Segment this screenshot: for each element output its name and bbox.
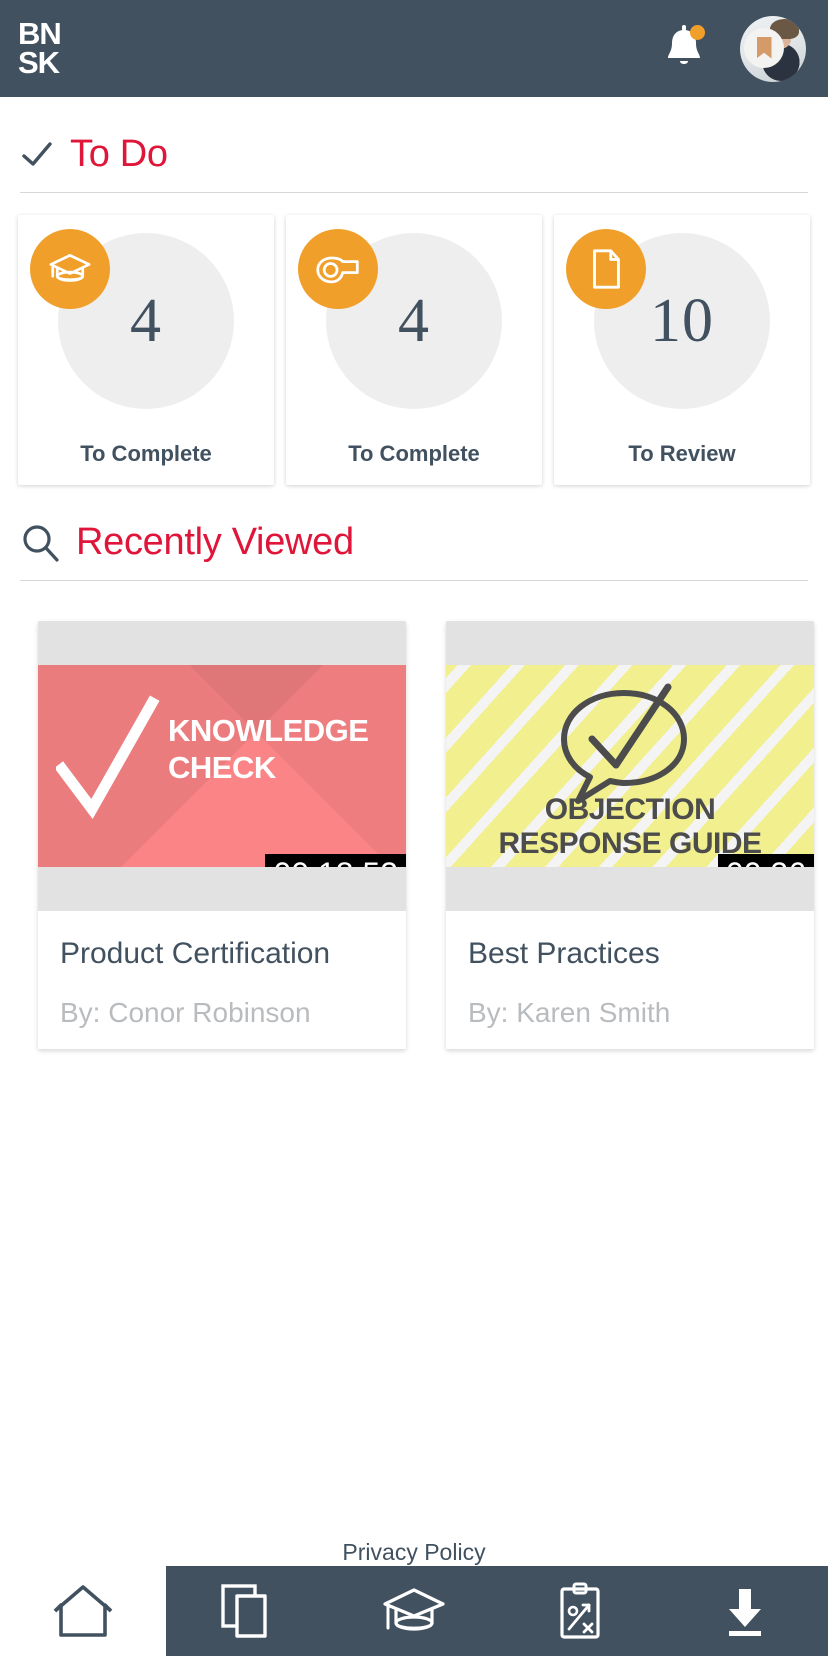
card-author: By: Conor Robinson xyxy=(60,997,311,1028)
speech-bubble-check-icon xyxy=(561,683,687,804)
thumb-bottom-bar xyxy=(38,867,406,911)
card-title: Best Practices xyxy=(468,937,660,970)
graduation-cap-icon xyxy=(383,1588,445,1631)
thumb-top-bar xyxy=(446,621,814,665)
logo-line-2: SK xyxy=(18,44,60,80)
thumb-caption-line-2: CHECK xyxy=(168,749,276,785)
recent-section-header: Recently Viewed xyxy=(20,521,808,581)
todo-title: To Do xyxy=(70,133,168,175)
avatar-badge xyxy=(744,27,784,68)
recent-title: Recently Viewed xyxy=(76,521,354,563)
document-icon xyxy=(566,229,646,309)
stat-label: To Complete xyxy=(80,441,212,466)
search-icon xyxy=(20,523,60,563)
todo-section-header: To Do xyxy=(20,133,808,193)
app-header: BN SK xyxy=(0,0,828,97)
duration-badge: 00:18:53 xyxy=(265,854,406,867)
objection-response-art: OBJECTION RESPONSE GUIDE 00:36 xyxy=(446,665,814,867)
todo-stat-cards: 4 To Complete 4 To Complete 10 To Review xyxy=(0,193,828,485)
thumb-top-bar xyxy=(38,621,406,665)
recent-card[interactable]: OBJECTION RESPONSE GUIDE 00:36 Best Prac… xyxy=(446,621,814,1049)
app-root: BN SK To Do 4 To Complete 4 To Complete … xyxy=(0,0,828,1656)
duration-badge: 00:36 xyxy=(717,854,814,867)
graduation-cap-icon xyxy=(30,229,110,309)
download-icon xyxy=(729,1589,762,1636)
stat-card-to-complete-coaching[interactable]: 4 To Complete xyxy=(286,215,542,485)
nav-item-learning[interactable] xyxy=(331,1566,497,1656)
nav-item-downloads[interactable] xyxy=(662,1566,828,1656)
recently-viewed-list: KNOWLEDGE CHECK 00:18:53 Product Certifi… xyxy=(0,581,828,1049)
knowledge-check-art: KNOWLEDGE CHECK 00:18:53 xyxy=(38,665,406,867)
stat-value: 4 xyxy=(130,286,162,355)
stat-label: To Complete xyxy=(348,441,480,466)
notifications-button[interactable] xyxy=(662,23,706,75)
bottom-navigation xyxy=(0,1566,828,1656)
thumb-caption: KNOWLEDGE CHECK xyxy=(168,713,369,786)
privacy-policy-link[interactable]: Privacy Policy xyxy=(0,1539,828,1566)
thumb-caption-line-1: OBJECTION xyxy=(544,792,716,826)
header-actions xyxy=(662,15,806,82)
card-author: By: Karen Smith xyxy=(468,997,671,1028)
bookmark-icon xyxy=(756,36,772,59)
check-icon xyxy=(20,138,54,172)
thumb-bottom-bar xyxy=(446,867,814,911)
checkmark-icon xyxy=(56,695,160,820)
documents-icon xyxy=(221,1584,268,1638)
nav-item-home[interactable] xyxy=(0,1566,166,1656)
card-thumbnail: KNOWLEDGE CHECK 00:18:53 xyxy=(38,621,406,911)
stat-value: 4 xyxy=(398,286,430,355)
app-logo[interactable]: BN SK xyxy=(18,18,62,80)
nav-item-documents[interactable] xyxy=(166,1566,332,1656)
nav-item-coaching[interactable] xyxy=(497,1566,663,1656)
thumb-caption: OBJECTION RESPONSE GUIDE xyxy=(446,793,814,861)
card-title: Product Certification xyxy=(60,937,331,970)
notification-dot xyxy=(690,24,705,40)
recent-card[interactable]: KNOWLEDGE CHECK 00:18:53 Product Certifi… xyxy=(38,621,406,1049)
card-body: Product Certification By: Conor Robinson xyxy=(38,911,406,1049)
stat-card-to-review[interactable]: 10 To Review xyxy=(554,215,810,485)
stat-label: To Review xyxy=(628,441,736,466)
clipboard-play-icon xyxy=(559,1582,600,1639)
card-thumbnail: OBJECTION RESPONSE GUIDE 00:36 xyxy=(446,621,814,911)
card-body: Best Practices By: Karen Smith xyxy=(446,911,814,1049)
avatar[interactable] xyxy=(740,15,806,82)
stat-card-to-complete-courses[interactable]: 4 To Complete xyxy=(18,215,274,485)
main-content: To Do 4 To Complete 4 To Complete 10 To … xyxy=(0,97,828,1656)
stat-value: 10 xyxy=(650,286,714,355)
whistle-icon xyxy=(298,229,378,309)
thumb-caption-line-1: KNOWLEDGE xyxy=(168,713,369,748)
home-icon xyxy=(53,1585,113,1637)
